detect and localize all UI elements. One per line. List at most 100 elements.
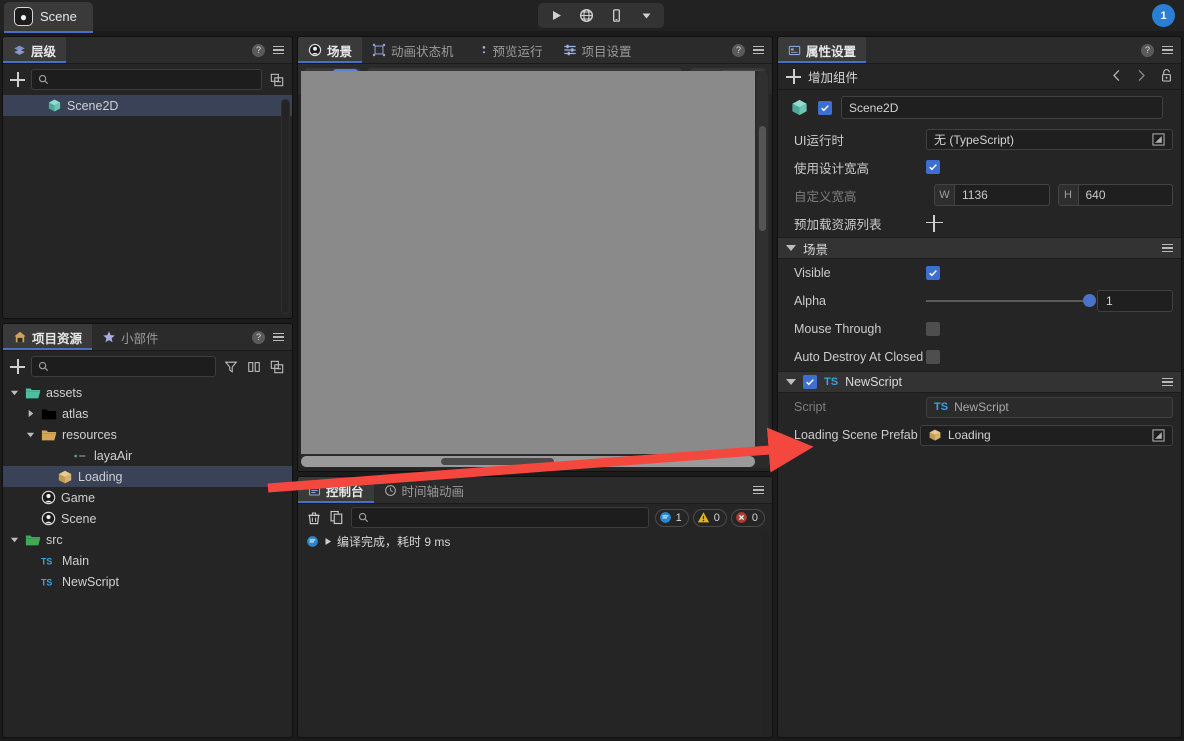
pick-object-icon[interactable] — [1152, 133, 1165, 146]
caret-down-icon[interactable] — [25, 429, 36, 440]
caret-down-icon[interactable] — [9, 387, 20, 398]
node-enabled-checkbox[interactable] — [818, 101, 832, 115]
tab-hierarchy[interactable]: 层级 — [3, 37, 66, 63]
project-item-layaair[interactable]: layaAir — [3, 445, 292, 466]
tree-spacer — [41, 471, 52, 482]
custom-width-field[interactable]: W 1136 — [934, 184, 1050, 206]
app-tab-scene[interactable]: ● Scene — [4, 2, 93, 31]
warning-badge[interactable]: 0 — [693, 509, 727, 527]
globe-icon[interactable] — [572, 4, 600, 27]
script-field[interactable]: TS NewScript — [926, 397, 1173, 418]
error-badge[interactable]: 0 — [731, 509, 765, 527]
collapse-all-icon[interactable] — [268, 358, 285, 375]
project-search-box[interactable] — [31, 356, 216, 377]
prop-row-visible: Visible — [778, 259, 1181, 287]
tab-state-machine[interactable]: 动画状态机 — [362, 37, 464, 63]
auto-destroy-checkbox[interactable] — [926, 350, 940, 364]
console-scrollbar[interactable] — [762, 533, 770, 735]
use-design-size-checkbox[interactable] — [926, 160, 940, 174]
caret-down-icon[interactable] — [786, 379, 796, 385]
help-icon[interactable]: ? — [252, 331, 265, 344]
menu-icon[interactable] — [1162, 46, 1173, 55]
search-icon — [38, 361, 49, 372]
menu-icon[interactable] — [273, 46, 284, 55]
tab-widgets[interactable]: 小部件 — [92, 324, 169, 350]
scene-vertical-scroll-thumb[interactable] — [759, 126, 766, 231]
menu-icon[interactable] — [753, 46, 764, 55]
notification-badge[interactable]: 1 — [1152, 4, 1175, 27]
menu-icon[interactable] — [273, 333, 284, 342]
chevron-left-icon[interactable] — [1112, 69, 1122, 85]
scene-vertical-scrollbar[interactable] — [757, 71, 768, 454]
add-component-plus-icon[interactable] — [786, 69, 801, 84]
add-asset-button[interactable] — [10, 359, 25, 374]
tab-timeline[interactable]: 时间轴动画 — [374, 477, 475, 503]
hierarchy-search-input[interactable] — [54, 74, 255, 86]
alpha-value-field[interactable]: 1 — [1097, 290, 1173, 312]
scene-viewport[interactable] — [301, 71, 755, 454]
help-icon[interactable]: ? — [732, 44, 745, 57]
caret-right-icon[interactable] — [25, 408, 36, 419]
project-search-input[interactable] — [54, 361, 209, 373]
alpha-slider-knob[interactable] — [1083, 294, 1096, 307]
hierarchy-search-box[interactable] — [31, 69, 262, 90]
scene-horizontal-scrollbar[interactable] — [301, 456, 755, 467]
visible-checkbox[interactable] — [926, 266, 940, 280]
tab-inspector[interactable]: 属性设置 — [778, 37, 866, 63]
project-item-newscript[interactable]: TSNewScript — [3, 571, 292, 592]
tab-scene[interactable]: 场景 — [298, 37, 362, 63]
menu-icon[interactable] — [1162, 244, 1173, 253]
project-item-atlas[interactable]: atlas — [3, 403, 292, 424]
project-item-src[interactable]: src — [3, 529, 292, 550]
section-header-newscript[interactable]: TS NewScript — [778, 371, 1181, 393]
help-icon[interactable]: ? — [252, 44, 265, 57]
project-item-resources[interactable]: resources — [3, 424, 292, 445]
console-search-box[interactable] — [351, 507, 649, 528]
tab-project-settings[interactable]: 项目设置 — [553, 37, 642, 63]
add-node-button[interactable] — [10, 72, 25, 87]
home-icon — [13, 330, 27, 344]
alpha-slider-track[interactable] — [926, 300, 1089, 302]
collapse-all-icon[interactable] — [268, 71, 285, 88]
project-item-main[interactable]: TSMain — [3, 550, 292, 571]
tab-project-assets[interactable]: 项目资源 — [3, 324, 92, 350]
clear-icon[interactable] — [305, 509, 322, 526]
section-header-scene[interactable]: 场景 — [778, 237, 1181, 259]
scene-horizontal-scroll-thumb[interactable] — [441, 458, 554, 465]
custom-height-field[interactable]: H 640 — [1058, 184, 1174, 206]
hierarchy-scrollbar[interactable] — [281, 99, 290, 314]
scene-canvas[interactable] — [301, 71, 769, 468]
info-badge[interactable]: 1 — [655, 509, 689, 527]
add-preload-resource-button[interactable] — [926, 215, 943, 232]
newscript-enabled-checkbox[interactable] — [803, 375, 817, 389]
lock-open-icon[interactable] — [1160, 68, 1173, 86]
project-item-game[interactable]: Game — [3, 487, 292, 508]
menu-icon[interactable] — [753, 486, 764, 495]
console-log-row[interactable]: 编译完成，耗时 9 ms — [298, 531, 772, 551]
loading-scene-prefab-field[interactable]: Loading — [920, 425, 1173, 446]
menu-icon[interactable] — [1162, 378, 1173, 387]
caret-down-icon[interactable] — [9, 534, 20, 545]
tab-preview-run[interactable]: 预览运行 — [464, 37, 553, 63]
console-search-input[interactable] — [374, 512, 642, 524]
ui-runtime-field[interactable]: 无 (TypeScript) — [926, 129, 1173, 150]
pick-object-icon[interactable] — [1152, 429, 1165, 442]
tab-console[interactable]: 控制台 — [298, 477, 374, 503]
chevron-right-icon[interactable] — [1136, 69, 1146, 85]
help-icon[interactable]: ? — [1141, 44, 1154, 57]
node-name-field[interactable]: Scene2D — [841, 96, 1163, 119]
alpha-slider[interactable] — [926, 300, 1089, 302]
add-component-label[interactable]: 增加组件 — [808, 67, 858, 86]
hierarchy-item-scene2d[interactable]: Scene2D — [3, 95, 292, 116]
phone-icon[interactable] — [602, 4, 630, 27]
mouse-through-checkbox[interactable] — [926, 322, 940, 336]
project-item-assets[interactable]: assets — [3, 382, 292, 403]
filter-icon[interactable] — [222, 358, 239, 375]
caret-down-icon[interactable] — [786, 245, 796, 251]
chevron-down-icon[interactable] — [632, 4, 660, 27]
copy-icon[interactable] — [328, 509, 345, 526]
play-icon[interactable] — [542, 4, 570, 27]
project-item-loading[interactable]: Loading — [3, 466, 292, 487]
columns-icon[interactable] — [245, 358, 262, 375]
project-item-scene[interactable]: Scene — [3, 508, 292, 529]
